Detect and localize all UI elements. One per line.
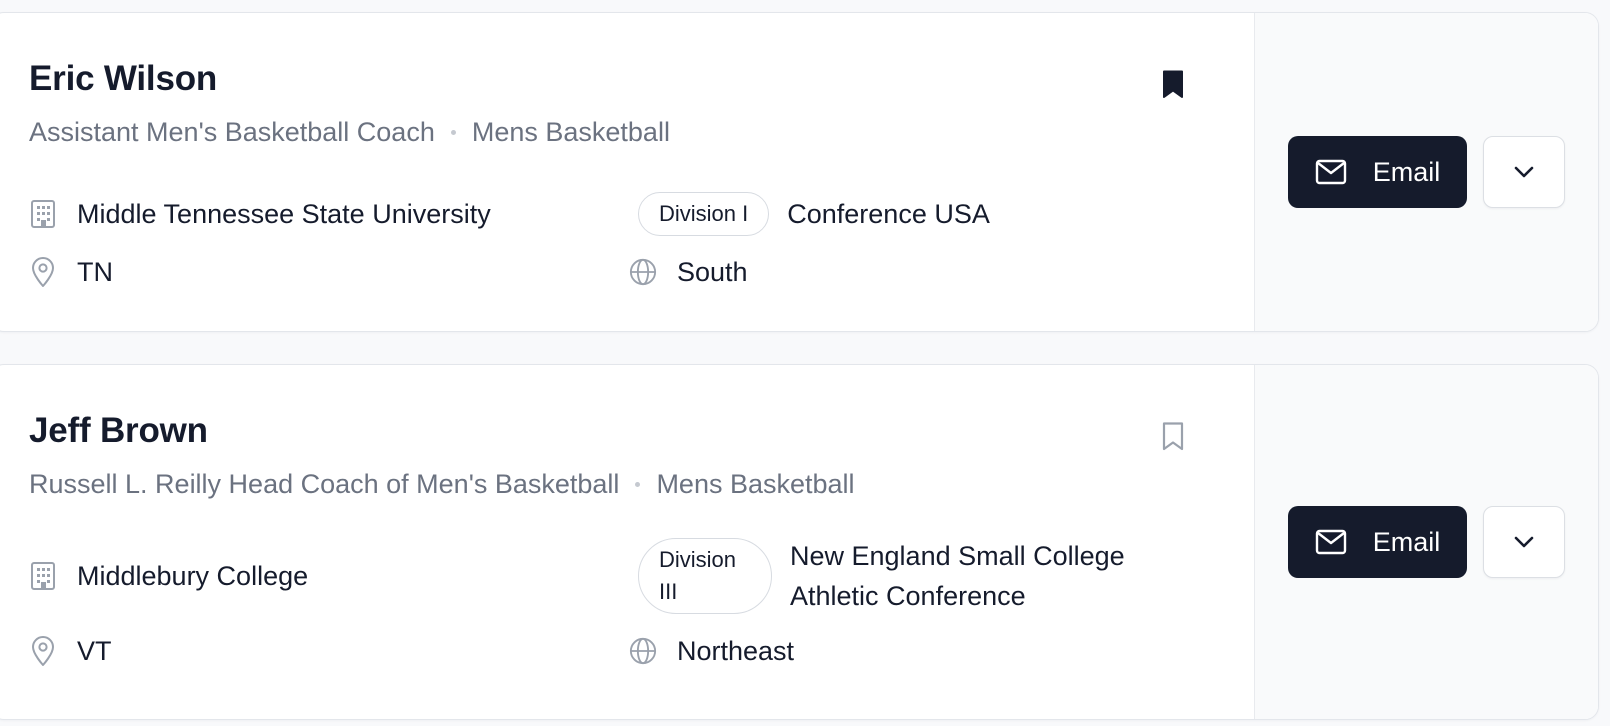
location-row: TN — [29, 250, 113, 294]
separator-dot — [450, 130, 456, 135]
chevron-down-icon — [1514, 536, 1534, 548]
location-row: VT — [29, 629, 112, 673]
conference-name: Conference USA — [787, 199, 990, 229]
coach-subtitle: Assistant Men's Basketball Coach Mens Ba… — [29, 117, 670, 148]
email-button[interactable]: Email — [1288, 136, 1467, 208]
globe-icon — [629, 637, 657, 665]
more-actions-button[interactable] — [1483, 136, 1565, 208]
school-row: Middlebury College — [29, 554, 308, 598]
bookmark-icon[interactable] — [1161, 421, 1185, 451]
building-icon — [29, 562, 57, 590]
coach-name[interactable]: Jeff Brown — [29, 411, 208, 451]
email-button[interactable]: Email — [1288, 506, 1467, 578]
coach-sport: Mens Basketball — [471, 117, 670, 147]
conference-name: New England Small College Athletic Confe… — [790, 541, 1125, 611]
globe-icon — [629, 258, 657, 286]
page-background — [0, 0, 1610, 12]
email-button-label: Email — [1372, 156, 1441, 187]
school-name[interactable]: Middle Tennessee State University — [77, 199, 491, 230]
division-badge: Division I — [638, 192, 770, 236]
bookmark-icon[interactable] — [1161, 69, 1185, 99]
coach-card: Eric Wilson Assistant Men's Basketball C… — [0, 12, 1599, 332]
school-row: Middle Tennessee State University — [29, 192, 491, 236]
map-pin-icon — [29, 636, 57, 666]
mail-icon — [1315, 159, 1346, 185]
state: TN — [77, 256, 113, 287]
school-name[interactable]: Middlebury College — [77, 561, 308, 592]
division-badge: Division III — [638, 538, 772, 614]
coach-card-main: Jeff Brown Russell L. Reilly Head Coach … — [0, 365, 1254, 719]
coach-card: Jeff Brown Russell L. Reilly Head Coach … — [0, 364, 1599, 720]
division-row: Division I Conference USA — [638, 192, 990, 236]
mail-icon — [1315, 529, 1346, 555]
coach-card-actions: Email — [1254, 365, 1598, 719]
region: Northeast — [677, 635, 795, 666]
region-row: South — [629, 250, 748, 294]
chevron-down-icon — [1514, 166, 1534, 178]
region-row: Northeast — [629, 629, 794, 673]
region: South — [677, 256, 748, 287]
more-actions-button[interactable] — [1483, 506, 1565, 578]
coach-title: Russell L. Reilly Head Coach of Men's Ba… — [29, 469, 620, 499]
state: VT — [77, 635, 112, 666]
coach-subtitle: Russell L. Reilly Head Coach of Men's Ba… — [29, 469, 855, 500]
coach-sport: Mens Basketball — [656, 469, 855, 499]
results-list: Eric Wilson Assistant Men's Basketball C… — [0, 0, 1610, 726]
building-icon — [29, 200, 57, 228]
email-button-label: Email — [1372, 526, 1441, 557]
coach-card-actions: Email — [1254, 13, 1598, 331]
division-row: Division III New England Small College A… — [638, 537, 1170, 615]
separator-dot — [635, 482, 641, 487]
coach-card-main: Eric Wilson Assistant Men's Basketball C… — [0, 13, 1254, 331]
coach-name[interactable]: Eric Wilson — [29, 59, 217, 99]
map-pin-icon — [29, 257, 57, 287]
coach-title: Assistant Men's Basketball Coach — [29, 117, 435, 147]
